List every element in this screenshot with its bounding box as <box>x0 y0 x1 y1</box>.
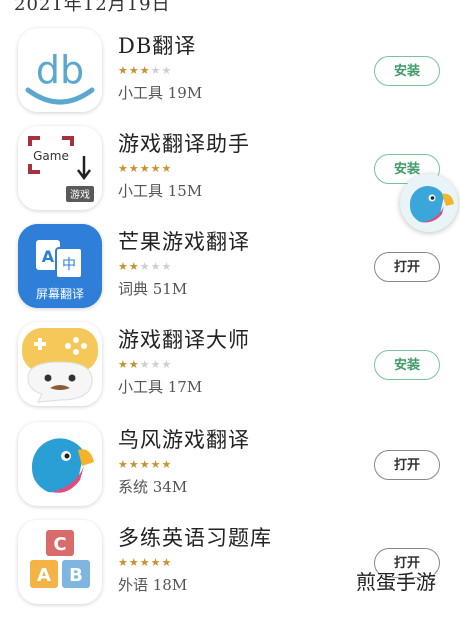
app-meta: 系统 34M <box>118 478 188 496</box>
game-translate-logo-icon[interactable]: Game 游戏 <box>18 126 102 210</box>
app-name: DB翻译 <box>118 34 197 58</box>
open-button[interactable]: 打开 <box>374 252 440 282</box>
app-name: 芒果游戏翻译 <box>118 230 250 254</box>
rating-stars: ★★★★★ <box>118 260 173 273</box>
app-meta: 小工具 17M <box>118 378 203 396</box>
app-row-mango-game-translate[interactable]: A 中 屏幕翻译 芒果游戏翻译 ★★★★★ 词典 51M 打开 <box>0 224 460 324</box>
rating-stars: ★★★★★ <box>118 556 173 569</box>
install-button[interactable]: 安装 <box>374 350 440 380</box>
svg-text:C: C <box>53 534 66 555</box>
svg-text:Game: Game <box>33 149 69 163</box>
app-name: 多练英语习题库 <box>118 526 272 550</box>
app-name: 鸟风游戏翻译 <box>118 428 250 452</box>
app-name: 游戏翻译助手 <box>118 132 250 156</box>
mango-translate-logo-icon[interactable]: A 中 屏幕翻译 <box>18 224 102 308</box>
svg-text:中: 中 <box>62 257 76 273</box>
rating-stars: ★★★★★ <box>118 358 173 371</box>
app-row-db-translate[interactable]: db DB翻译 ★★★★★ 小工具 19M 安装 <box>0 28 460 128</box>
abc-blocks-logo-icon[interactable]: C A B <box>18 520 102 604</box>
game-controller-face-logo-icon[interactable] <box>18 322 102 406</box>
parrot-logo-icon[interactable] <box>18 422 102 506</box>
app-meta: 外语 18M <box>118 576 188 594</box>
svg-text:游戏: 游戏 <box>70 188 90 201</box>
install-button[interactable]: 安装 <box>374 56 440 86</box>
app-meta: 小工具 15M <box>118 182 203 200</box>
app-name: 游戏翻译大师 <box>118 328 250 352</box>
app-meta: 词典 51M <box>118 280 188 298</box>
date-header: 2021年12月19日 <box>14 0 171 15</box>
app-meta: 小工具 19M <box>118 84 203 102</box>
svg-text:屏幕翻译: 屏幕翻译 <box>36 287 84 301</box>
rating-stars: ★★★★★ <box>118 64 173 77</box>
open-button[interactable]: 打开 <box>374 450 440 480</box>
app-row-bird-game-translate[interactable]: 鸟风游戏翻译 ★★★★★ 系统 34M 打开 <box>0 422 460 522</box>
floating-parrot-bubble-icon[interactable] <box>400 174 458 232</box>
rating-stars: ★★★★★ <box>118 458 173 471</box>
svg-text:db: db <box>36 48 84 92</box>
db-logo-icon[interactable]: db <box>18 28 102 112</box>
app-row-game-translate-assistant[interactable]: Game 游戏 游戏翻译助手 ★★★★★ 小工具 15M 安装 <box>0 126 460 226</box>
watermark-text: 煎蛋手游 <box>356 570 436 594</box>
svg-text:A: A <box>37 565 51 586</box>
svg-text:B: B <box>69 565 83 586</box>
app-row-game-translate-master[interactable]: 游戏翻译大师 ★★★★★ 小工具 17M 安装 <box>0 322 460 422</box>
svg-text:A: A <box>42 247 55 266</box>
rating-stars: ★★★★★ <box>118 162 173 175</box>
